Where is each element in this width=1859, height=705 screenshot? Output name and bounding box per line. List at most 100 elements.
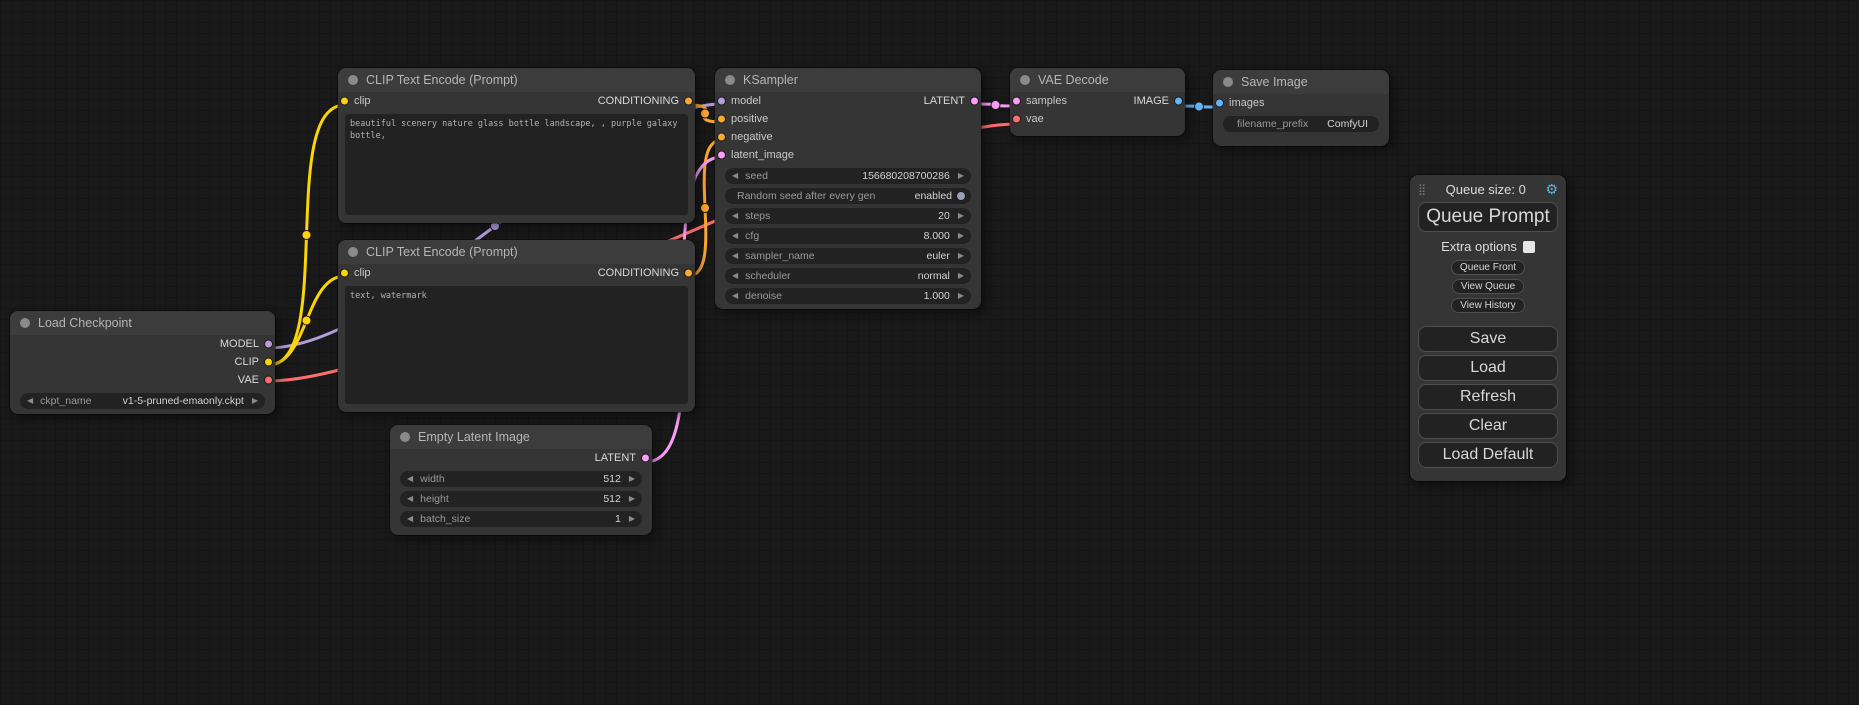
input-port-clip[interactable]: [340, 269, 349, 278]
next-value-arrow-icon[interactable]: ▶: [958, 252, 964, 260]
view-queue-button[interactable]: View Queue: [1452, 279, 1524, 294]
input-port-clip[interactable]: [340, 97, 349, 106]
input-port-samples[interactable]: [1012, 97, 1021, 106]
input-port-vae[interactable]: [1012, 115, 1021, 124]
clear-button[interactable]: Clear: [1418, 413, 1558, 439]
drag-handle-icon[interactable]: ⣿: [1418, 183, 1426, 196]
increment-arrow-icon[interactable]: ▶: [958, 292, 964, 300]
output-port-model[interactable]: [264, 340, 273, 349]
increment-arrow-icon[interactable]: ▶: [958, 232, 964, 240]
node-title-bar[interactable]: Load Checkpoint: [10, 311, 275, 335]
prev-value-arrow-icon[interactable]: ◀: [732, 252, 738, 260]
widget-name: ckpt_name: [40, 395, 91, 407]
widget-batch-size[interactable]: ◀ batch_size 1 ▶: [400, 511, 642, 527]
widget-ckpt-name[interactable]: ◀ ckpt_name v1-5-pruned-emaonly.ckpt ▶: [20, 393, 265, 409]
next-value-arrow-icon[interactable]: ▶: [252, 397, 258, 405]
settings-gear-icon[interactable]: ⚙: [1545, 181, 1558, 198]
widget-sampler-name[interactable]: ◀ sampler_name euler ▶: [725, 248, 971, 264]
port-row: latent_image: [715, 146, 981, 164]
widget-cfg[interactable]: ◀ cfg 8.000 ▶: [725, 228, 971, 244]
widget-height[interactable]: ◀ height 512 ▶: [400, 491, 642, 507]
increment-arrow-icon[interactable]: ▶: [629, 495, 635, 503]
port-label-vae: VAE: [238, 374, 259, 386]
port-label-latent-image: latent_image: [731, 149, 794, 161]
node-title-bar[interactable]: KSampler: [715, 68, 981, 92]
input-port-model[interactable]: [717, 97, 726, 106]
increment-arrow-icon[interactable]: ▶: [958, 212, 964, 220]
decrement-arrow-icon[interactable]: ◀: [732, 232, 738, 240]
node-graph-canvas[interactable]: { "colors": { "model": "#B39DDB", "clip"…: [0, 0, 1859, 705]
decrement-arrow-icon[interactable]: ◀: [407, 515, 413, 523]
collapse-dot-icon[interactable]: [348, 247, 358, 257]
widget-steps[interactable]: ◀ steps 20 ▶: [725, 208, 971, 224]
next-value-arrow-icon[interactable]: ▶: [958, 272, 964, 280]
port-row: negative: [715, 128, 981, 146]
node-ksampler[interactable]: KSampler model LATENT positive negative …: [715, 68, 981, 309]
increment-arrow-icon[interactable]: ▶: [629, 475, 635, 483]
queue-front-button[interactable]: Queue Front: [1451, 260, 1525, 275]
widget-width[interactable]: ◀ width 512 ▶: [400, 471, 642, 487]
input-port-positive[interactable]: [717, 115, 726, 124]
menu-header: ⣿ Queue size: 0 ⚙: [1418, 179, 1558, 199]
port-label-negative: negative: [731, 131, 773, 143]
widget-random-seed-toggle[interactable]: Random seed after every gen enabled: [725, 188, 971, 204]
node-save-image[interactable]: Save Image images filename_prefix ComfyU…: [1213, 70, 1389, 146]
port-label-clip: CLIP: [235, 356, 259, 368]
prompt-textarea[interactable]: text, watermark: [345, 286, 688, 404]
extra-options-checkbox[interactable]: [1523, 241, 1535, 253]
output-port-latent[interactable]: [970, 97, 979, 106]
node-title-bar[interactable]: CLIP Text Encode (Prompt): [338, 68, 695, 92]
widget-name: sampler_name: [745, 250, 814, 262]
node-clip-text-encode-positive[interactable]: CLIP Text Encode (Prompt) clip CONDITION…: [338, 68, 695, 223]
widget-scheduler[interactable]: ◀ scheduler normal ▶: [725, 268, 971, 284]
load-default-button[interactable]: Load Default: [1418, 442, 1558, 468]
input-port-images[interactable]: [1215, 99, 1224, 108]
node-title-bar[interactable]: Empty Latent Image: [390, 425, 652, 449]
queue-prompt-button[interactable]: Queue Prompt: [1418, 202, 1558, 232]
node-title: Empty Latent Image: [418, 430, 530, 444]
decrement-arrow-icon[interactable]: ◀: [732, 292, 738, 300]
output-port-conditioning[interactable]: [684, 97, 693, 106]
node-load-checkpoint[interactable]: Load Checkpoint MODEL CLIP VAE ◀ ckpt_na…: [10, 311, 275, 414]
node-clip-text-encode-negative[interactable]: CLIP Text Encode (Prompt) clip CONDITION…: [338, 240, 695, 412]
collapse-dot-icon[interactable]: [20, 318, 30, 328]
output-port-vae[interactable]: [264, 376, 273, 385]
decrement-arrow-icon[interactable]: ◀: [732, 212, 738, 220]
port-label-latent: LATENT: [924, 95, 965, 107]
collapse-dot-icon[interactable]: [400, 432, 410, 442]
output-port-clip[interactable]: [264, 358, 273, 367]
collapse-dot-icon[interactable]: [348, 75, 358, 85]
increment-arrow-icon[interactable]: ▶: [629, 515, 635, 523]
output-port-latent[interactable]: [641, 454, 650, 463]
widget-name: width: [420, 473, 445, 485]
load-button[interactable]: Load: [1418, 355, 1558, 381]
node-empty-latent-image[interactable]: Empty Latent Image LATENT ◀ width 512 ▶ …: [390, 425, 652, 535]
toggle-indicator-icon[interactable]: [956, 191, 966, 201]
save-button[interactable]: Save: [1418, 326, 1558, 352]
output-port-image[interactable]: [1174, 97, 1183, 106]
collapse-dot-icon[interactable]: [1020, 75, 1030, 85]
widget-seed[interactable]: ◀ seed 156680208700286 ▶: [725, 168, 971, 184]
port-label-conditioning: CONDITIONING: [598, 267, 679, 279]
output-port-conditioning[interactable]: [684, 269, 693, 278]
node-vae-decode[interactable]: VAE Decode samples IMAGE vae: [1010, 68, 1185, 136]
widget-denoise[interactable]: ◀ denoise 1.000 ▶: [725, 288, 971, 304]
node-title-bar[interactable]: CLIP Text Encode (Prompt): [338, 240, 695, 264]
collapse-dot-icon[interactable]: [1223, 77, 1233, 87]
node-title-bar[interactable]: VAE Decode: [1010, 68, 1185, 92]
input-port-latent-image[interactable]: [717, 151, 726, 160]
node-title-bar[interactable]: Save Image: [1213, 70, 1389, 94]
widget-value: enabled: [915, 190, 952, 202]
refresh-button[interactable]: Refresh: [1418, 384, 1558, 410]
decrement-arrow-icon[interactable]: ◀: [407, 495, 413, 503]
collapse-dot-icon[interactable]: [725, 75, 735, 85]
prompt-textarea[interactable]: beautiful scenery nature glass bottle la…: [345, 114, 688, 215]
view-history-button[interactable]: View History: [1451, 298, 1524, 313]
increment-arrow-icon[interactable]: ▶: [958, 172, 964, 180]
decrement-arrow-icon[interactable]: ◀: [732, 172, 738, 180]
input-port-negative[interactable]: [717, 133, 726, 142]
widget-filename-prefix[interactable]: filename_prefix ComfyUI: [1223, 116, 1379, 132]
prev-value-arrow-icon[interactable]: ◀: [732, 272, 738, 280]
decrement-arrow-icon[interactable]: ◀: [407, 475, 413, 483]
prev-value-arrow-icon[interactable]: ◀: [27, 397, 33, 405]
